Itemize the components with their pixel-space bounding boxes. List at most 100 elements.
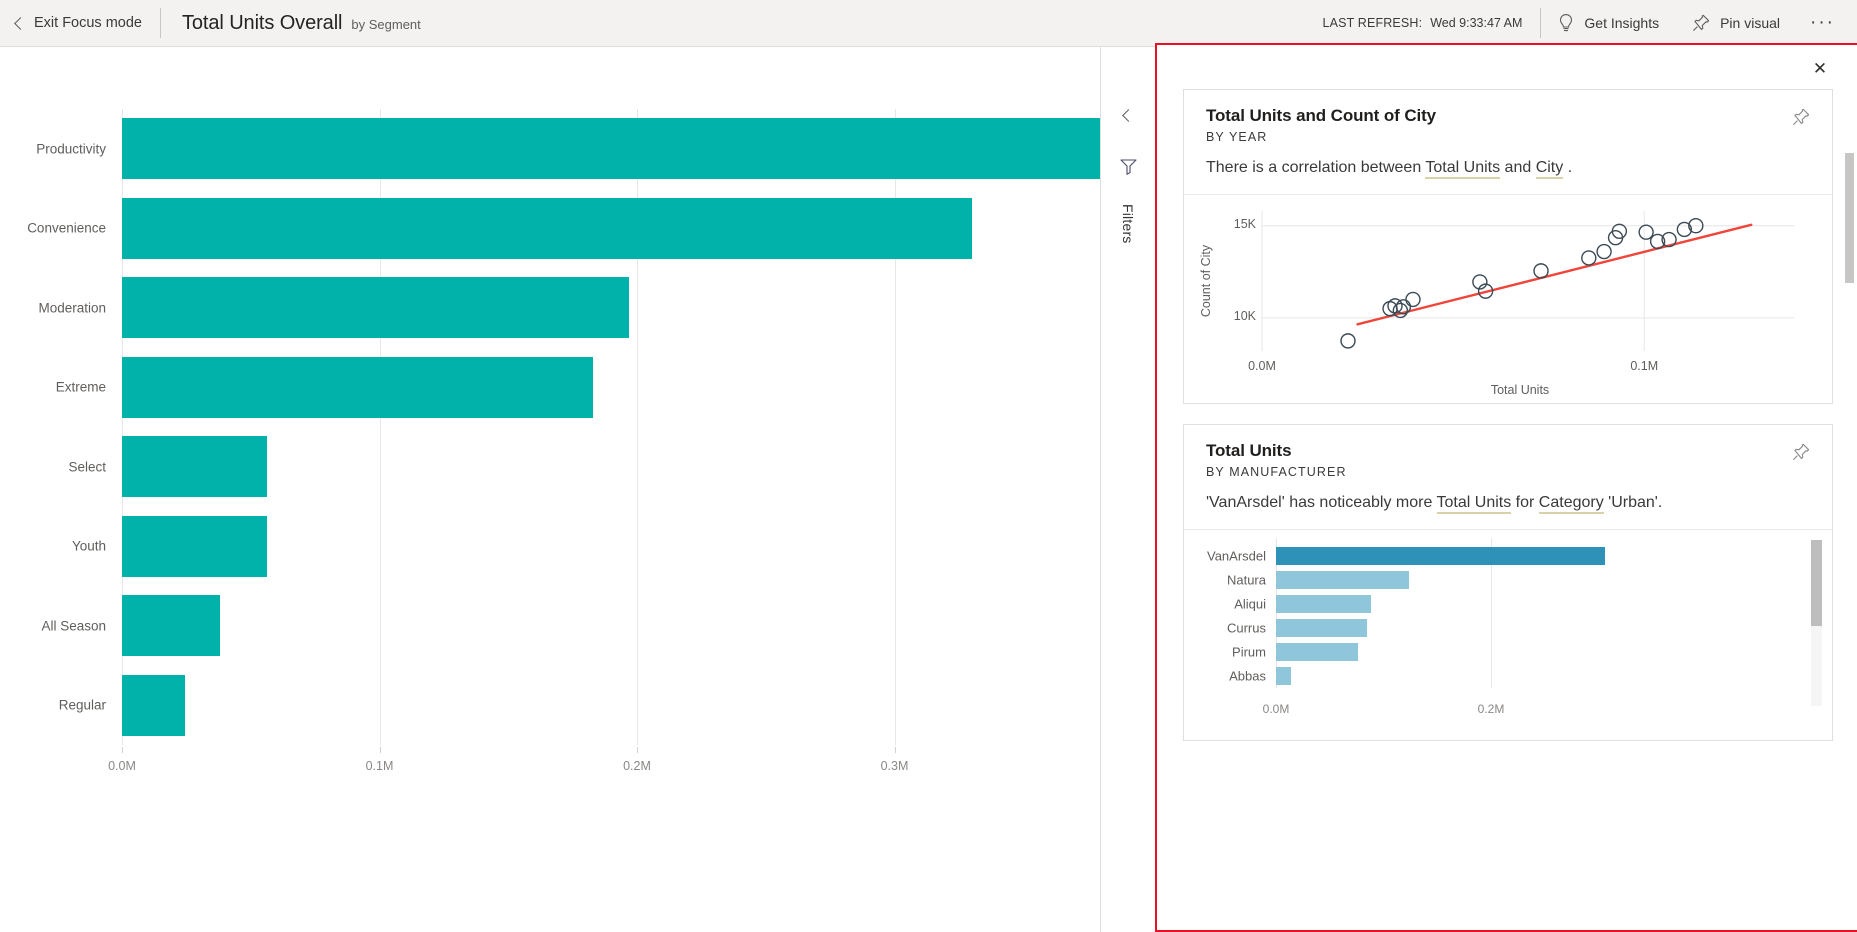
insight-card-header: Total Units and Count of City BY YEAR — [1184, 90, 1832, 144]
scatter-x-tick-label: 0.1M — [1630, 359, 1659, 373]
scatter-x-tick-label: 0.0M — [1248, 359, 1276, 373]
exit-focus-mode-label: Exit Focus mode — [34, 15, 142, 31]
scatter-y-axis-title: Count of City — [1199, 244, 1214, 318]
bar[interactable] — [122, 595, 220, 657]
x-axis-tick — [637, 747, 638, 753]
pin-icon — [1691, 13, 1711, 33]
pin-icon[interactable] — [1788, 439, 1814, 465]
list-item[interactable]: VanArsdel — [1184, 544, 1832, 568]
list-item[interactable]: Pirum — [1184, 640, 1832, 664]
power-bi-focus-mode-page: Exit Focus mode Total Units Overall by S… — [0, 0, 1857, 932]
insight-card-header: Total Units BY MANUFACTURER — [1184, 425, 1832, 479]
insight-card-visual[interactable]: 0.0M 0.2M VanArsdel Natura Aliqui Currus Pirum… — [1184, 529, 1832, 740]
filters-rail: Filters — [1100, 47, 1155, 932]
insights-panel-topbar: ✕ — [1157, 45, 1857, 89]
insight-card-description: There is a correlation between Total Uni… — [1184, 144, 1832, 194]
more-options-button[interactable]: ··· — [1796, 0, 1857, 47]
list-item[interactable]: Abbas — [1184, 664, 1832, 688]
bar[interactable] — [122, 515, 268, 577]
list-item[interactable]: Aliqui — [1184, 592, 1832, 616]
scatter-y-tick-label: 10K — [1233, 308, 1256, 323]
last-refresh-time: Wed 9:33:47 AM — [1430, 16, 1523, 30]
mini-bar-category-label: VanArsdel — [1206, 548, 1266, 564]
x-axis-tick — [122, 747, 123, 753]
bar[interactable] — [122, 356, 594, 418]
visual-title-group: Total Units Overall by Segment — [161, 12, 421, 35]
insight-text: for — [1511, 494, 1539, 511]
lightbulb-icon — [1557, 13, 1575, 33]
insight-field-link[interactable]: Total Units — [1425, 159, 1501, 179]
bar[interactable] — [122, 118, 1145, 180]
filter-icon[interactable] — [1119, 158, 1138, 180]
insight-card-title: Total Units — [1206, 441, 1292, 460]
insight-card-title: Total Units and Count of City — [1206, 106, 1437, 125]
chevron-left-icon — [14, 16, 27, 30]
insights-panel-scrollbar[interactable] — [1845, 153, 1854, 283]
insight-text: and — [1500, 159, 1536, 176]
insight-text: . — [1563, 159, 1573, 176]
pin-icon[interactable] — [1788, 104, 1814, 130]
insight-field-link[interactable]: City — [1535, 159, 1564, 179]
last-refresh-info: LAST REFRESH: Wed 9:33:47 AM — [1323, 16, 1541, 30]
scatter-x-axis-title: Total Units — [1490, 383, 1550, 397]
pin-visual-label: Pin visual — [1720, 15, 1781, 31]
main-chart-x-axis: 0.0M0.1M0.2M0.3M0.4M — [108, 747, 1166, 787]
mini-bar-x-tick-label: 0.0M — [1262, 702, 1290, 716]
get-insights-button[interactable]: Get Insights — [1541, 0, 1675, 47]
main-bar-chart[interactable]: Productivity Convenience Moderation Extreme… — [0, 47, 1166, 932]
insight-card[interactable]: Total Units and Count of City BY YEAR Th… — [1183, 89, 1833, 404]
bar[interactable] — [1276, 547, 1605, 565]
get-insights-label: Get Insights — [1584, 15, 1660, 31]
y-axis-category-label: Select — [68, 459, 106, 475]
bar[interactable] — [122, 674, 186, 736]
x-axis-tick — [894, 747, 896, 753]
x-axis-tick-label: 0.0M — [108, 759, 136, 773]
bar[interactable] — [1276, 619, 1368, 637]
collapse-filters-button[interactable] — [1115, 102, 1141, 128]
bar[interactable] — [122, 197, 972, 259]
insight-card-description: 'VanArsdel' has noticeably more Total Un… — [1184, 479, 1832, 529]
bar[interactable] — [122, 277, 630, 339]
bar[interactable] — [1276, 643, 1358, 661]
x-axis-tick-label: 0.2M — [623, 759, 651, 773]
mini-bar-category-label: Pirum — [1232, 644, 1266, 660]
insight-card-visual[interactable]: 10K 15K 0.0M 0.1M Count of City Total Units — [1184, 194, 1832, 403]
exit-focus-mode-button[interactable]: Exit Focus mode — [0, 0, 160, 47]
insight-card[interactable]: Total Units BY MANUFACTURER 'VanArsdel' … — [1183, 424, 1833, 741]
y-axis-category-label: Regular — [58, 697, 106, 713]
page-title: Total Units Overall — [182, 11, 343, 34]
bar[interactable] — [1276, 571, 1410, 589]
mini-bar-scrollbar-thumb[interactable] — [1811, 540, 1822, 626]
last-refresh-label: LAST REFRESH: — [1322, 16, 1423, 30]
main-chart-plot-area — [122, 109, 1153, 745]
bar[interactable] — [1276, 595, 1371, 613]
mini-bar-category-label: Abbas — [1229, 668, 1266, 684]
insights-card-list: Total Units and Count of City BY YEAR Th… — [1157, 89, 1857, 930]
mini-bar-category-label: Currus — [1226, 620, 1266, 636]
insights-panel: ✕ Total Units and Count of City BY YEAR … — [1155, 43, 1857, 932]
main-chart-y-axis-labels: Productivity Convenience Moderation Extreme… — [0, 47, 118, 807]
x-axis-tick-label: 0.3M — [880, 759, 909, 773]
y-axis-category-label: All Season — [41, 618, 106, 634]
bar[interactable] — [1276, 667, 1292, 685]
insight-text: 'VanArsdel' has noticeably more — [1206, 494, 1437, 511]
x-axis-tick-label: 0.1M — [365, 759, 394, 773]
insight-text: There is a correlation between — [1206, 159, 1426, 176]
scatter-y-tick-label: 15K — [1233, 216, 1256, 231]
chevron-left-icon — [1121, 108, 1135, 122]
list-item[interactable]: Natura — [1184, 568, 1832, 592]
y-axis-category-label: Extreme — [55, 379, 106, 395]
y-axis-category-label: Moderation — [38, 300, 106, 316]
pin-visual-button[interactable]: Pin visual — [1675, 0, 1796, 47]
manufacturer-bar-chart[interactable]: 0.0M 0.2M VanArsdel Natura Aliqui Currus Pirum… — [1184, 530, 1832, 740]
insight-field-link[interactable]: Total Units — [1436, 494, 1512, 514]
close-icon[interactable]: ✕ — [1807, 55, 1833, 81]
y-axis-category-label: Youth — [71, 538, 106, 554]
list-item[interactable]: Currus — [1184, 616, 1832, 640]
mini-bar-category-label: Natura — [1226, 572, 1266, 588]
insight-field-link[interactable]: Category — [1538, 494, 1604, 514]
focus-mode-header: Exit Focus mode Total Units Overall by S… — [0, 0, 1857, 47]
report-canvas: Productivity Convenience Moderation Extreme… — [0, 47, 1166, 932]
bar[interactable] — [122, 436, 268, 498]
scatter-plot[interactable]: 10K 15K 0.0M 0.1M Count of City Total Units — [1184, 195, 1832, 403]
